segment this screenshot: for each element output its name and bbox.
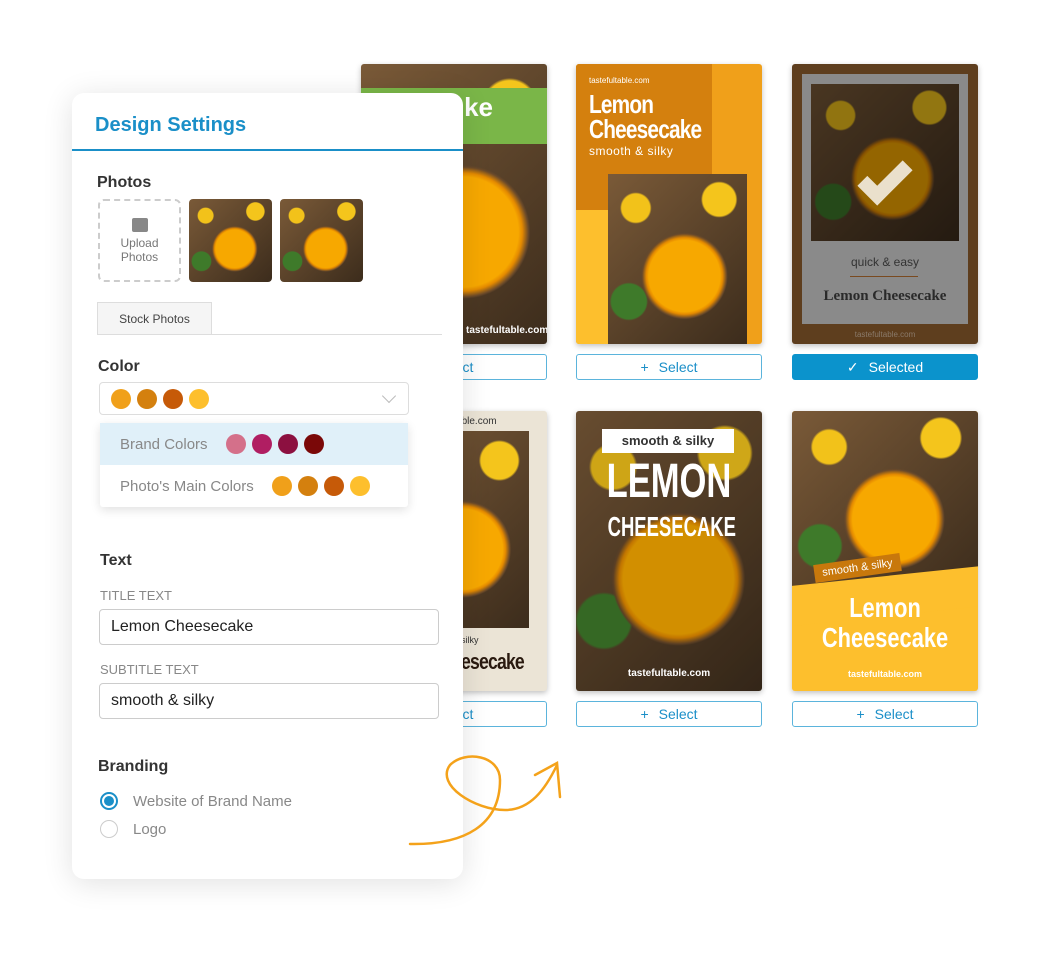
title-divider xyxy=(72,149,463,151)
panel-title: Design Settings xyxy=(95,114,247,136)
stock-photos-tab[interactable]: Stock Photos xyxy=(97,302,212,334)
color-swatch xyxy=(349,476,370,496)
color-swatch xyxy=(297,476,318,496)
select-label: Select xyxy=(658,359,698,375)
card-subtitle: quick & easy xyxy=(850,255,920,269)
select-button[interactable]: + Select xyxy=(792,701,978,727)
radio-logo[interactable]: Logo xyxy=(100,820,166,838)
card-site: tastefultable.com xyxy=(854,330,916,339)
option-label: Photo's Main Colors xyxy=(120,477,254,495)
color-swatch xyxy=(303,434,324,454)
chevron-down-icon xyxy=(381,388,397,404)
check-icon: ✓ xyxy=(846,358,859,375)
title-text-label: TITLE TEXT xyxy=(100,588,172,603)
option-brand-colors[interactable]: Brand Colors xyxy=(100,423,408,465)
card-site: tastefultable.com xyxy=(627,668,711,679)
color-swatch xyxy=(251,434,272,454)
decorative-arrow-icon xyxy=(408,755,562,846)
color-swatch xyxy=(189,388,209,409)
radio-label: Logo xyxy=(133,820,167,838)
option-label: Brand Colors xyxy=(120,435,208,453)
color-swatch xyxy=(277,434,298,454)
template-card-2[interactable]: tastefultable.com Lemon Cheesecake smooth… xyxy=(576,64,762,344)
card-site: tastefultable.com xyxy=(847,669,923,679)
photo-thumbnail[interactable] xyxy=(189,199,272,282)
radio-website[interactable]: Website of Brand Name xyxy=(100,792,292,810)
plus-icon: + xyxy=(640,359,649,375)
selected-label: Selected xyxy=(868,359,924,375)
upload-photos-button[interactable]: Upload Photos xyxy=(98,199,181,282)
photos-heading: Photos xyxy=(97,174,152,191)
color-swatch xyxy=(323,476,344,496)
template-card-5[interactable]: smooth & silky LEMON CHEESECAKE tasteful… xyxy=(576,411,762,691)
radio-label: Website of Brand Name xyxy=(133,792,292,810)
select-label: Select xyxy=(658,706,698,722)
radio-unchecked-icon xyxy=(100,820,118,838)
photo-color-swatches xyxy=(271,476,370,496)
color-dropdown[interactable] xyxy=(99,382,409,415)
select-button[interactable]: + Select xyxy=(576,701,762,727)
subtitle-text-label: SUBTITLE TEXT xyxy=(100,662,199,677)
title-text-input[interactable]: Lemon Cheesecake xyxy=(99,609,439,645)
color-swatch xyxy=(137,388,157,409)
upload-label: Upload Photos xyxy=(120,235,159,264)
color-swatch xyxy=(111,388,131,409)
select-label: Select xyxy=(874,706,914,722)
color-swatch xyxy=(163,388,183,409)
template-card-6[interactable]: smooth & silky Lemon Cheesecake tastefult… xyxy=(792,411,978,691)
color-swatch xyxy=(271,476,292,496)
card-title: esecake xyxy=(461,649,525,674)
select-button[interactable]: + Select xyxy=(576,354,762,380)
plus-icon: + xyxy=(856,706,865,722)
card-title-line2: CHEESECAKE xyxy=(607,511,736,542)
subtitle-text-input[interactable]: smooth & silky xyxy=(99,683,439,719)
plus-icon: + xyxy=(640,706,649,722)
text-heading: Text xyxy=(100,552,132,569)
color-heading: Color xyxy=(98,358,140,375)
color-dropdown-menu: Brand Colors Photo's Main Colors xyxy=(100,423,408,507)
option-photo-colors[interactable]: Photo's Main Colors xyxy=(100,465,408,507)
card-title: Lemon Cheesecake xyxy=(589,89,702,144)
card-title: Lemon Cheesecake xyxy=(821,592,949,653)
card-subtitle: smooth & silky xyxy=(589,144,674,158)
card-title: Lemon Cheesecake xyxy=(823,288,947,304)
card-title-line1: LEMON xyxy=(606,455,732,508)
card-site: tastefultable.com xyxy=(589,76,650,85)
selected-button[interactable]: ✓ Selected xyxy=(792,354,978,380)
radio-checked-icon xyxy=(100,792,118,810)
photo-thumbnail[interactable] xyxy=(280,199,363,282)
color-swatch xyxy=(225,434,246,454)
brand-color-swatches xyxy=(225,434,324,454)
card-subtitle: smooth & silky xyxy=(602,429,734,453)
selected-colors xyxy=(111,388,209,409)
card-site: tastefultable.com xyxy=(466,325,547,336)
add-image-icon xyxy=(131,217,148,232)
card-subtitle: silky xyxy=(461,635,479,645)
branding-heading: Branding xyxy=(98,758,169,775)
template-card-3[interactable]: quick & easy Lemon Cheesecake tastefulta… xyxy=(792,64,978,344)
